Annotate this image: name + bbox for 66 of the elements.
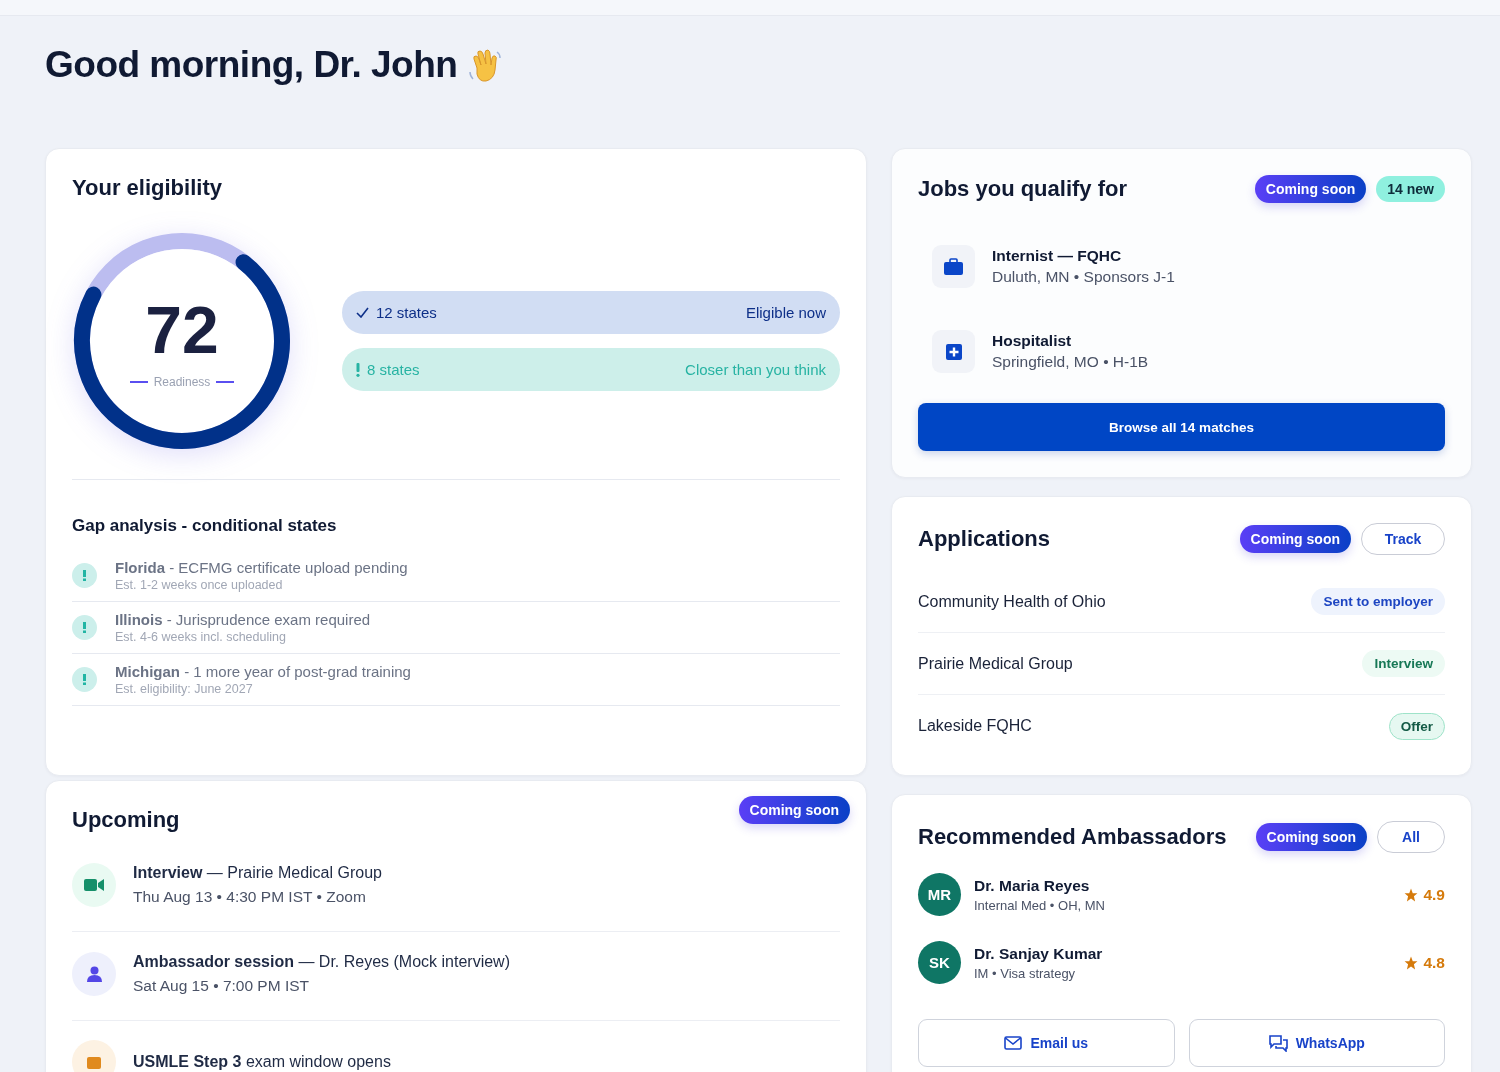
gap-item-text: Illinois - Jurisprudence exam required — [115, 611, 371, 628]
gap-estimate: Est. 1-2 weeks once uploaded — [115, 578, 284, 592]
job-details: Springfield, MO • H-1B — [992, 353, 1149, 371]
event-details: Sat Aug 15 • 7:00 PM IST — [133, 977, 311, 995]
event-details: Thu Aug 13 • 4:30 PM IST • Zoom — [133, 888, 367, 906]
greeting-heading: Good morning, Dr. John — [45, 44, 458, 86]
exclamation-icon — [356, 362, 360, 377]
contact-button[interactable]: Email us — [918, 1019, 1175, 1067]
event-title: Ambassador session — Dr. Reyes (Mock interview) — [133, 953, 510, 971]
card-title: Jobs you qualify for — [918, 176, 1128, 202]
gap-item-text: Michigan - 1 more year of post-grad training — [115, 663, 411, 680]
job-title: Hospitalist — [992, 332, 1073, 350]
employer-name: Lakeside FQHC — [918, 717, 1032, 735]
exclamation-icon — [72, 615, 97, 640]
card-title: Your eligibility — [72, 175, 222, 201]
all-button[interactable]: All — [1377, 821, 1445, 853]
card-title: Recommended Ambassadors — [918, 824, 1227, 850]
card-title: Applications — [918, 526, 1050, 552]
status-tag: Interview — [1362, 650, 1445, 677]
rating: 4.8 — [1423, 953, 1445, 972]
exclamation-icon — [72, 667, 97, 692]
gap-estimate: Est. 4-6 weeks incl. scheduling — [115, 630, 287, 644]
coming-soon-badge: Coming soon — [1254, 175, 1367, 203]
event-title: Interview — Prairie Medical Group — [133, 864, 382, 882]
check-icon — [356, 307, 369, 318]
exclamation-icon — [72, 563, 97, 588]
contact-button[interactable]: WhatsApp — [1188, 1019, 1445, 1067]
new-count-badge: 14 new — [1376, 176, 1445, 202]
gap-item-text: Florida - ECFMG certificate upload pending — [115, 559, 408, 576]
employer-name: Community Health of Ohio — [918, 592, 1106, 611]
status-tag: Sent to employer — [1311, 588, 1445, 615]
person-icon — [86, 966, 102, 982]
medical-cross-icon — [945, 343, 962, 360]
employer-name: Prairie Medical Group — [918, 654, 1073, 673]
pill-label: Closer than you think — [685, 361, 826, 378]
star-icon — [1404, 955, 1419, 970]
card-title: Upcoming — [72, 807, 180, 833]
status-tag: Offer — [1388, 712, 1445, 740]
ambassador-details: IM • Visa strategy — [974, 965, 1077, 981]
mail-icon — [1004, 1036, 1023, 1050]
briefcase-icon — [944, 258, 963, 275]
video-camera-icon — [84, 878, 104, 892]
coming-soon-badge: Coming soon — [1255, 823, 1367, 851]
job-title: Internist — FQHC — [992, 247, 1123, 265]
ambassador-name: Dr. Sanjay Kumar — [974, 944, 1104, 963]
avatar: SK — [918, 941, 961, 984]
star-icon — [1404, 887, 1419, 902]
gap-estimate: Est. eligibility: June 2027 — [115, 682, 254, 696]
readiness-score: 72 — [145, 297, 219, 363]
readiness-label: Readiness — [153, 375, 211, 389]
track-button[interactable]: Track — [1361, 523, 1445, 555]
ambassador-details: Internal Med • OH, MN — [974, 897, 1106, 913]
state-count: 12 states — [376, 304, 437, 321]
section-title: Gap analysis - conditional states — [72, 516, 338, 536]
job-details: Duluth, MN • Sponsors J-1 — [992, 268, 1175, 286]
pill-label: Eligible now — [745, 304, 826, 321]
browse-matches-button[interactable]: Browse all 14 matches — [918, 403, 1445, 451]
coming-soon-badge: Coming soon — [738, 796, 850, 824]
avatar: MR — [918, 873, 961, 916]
chat-icon — [1268, 1034, 1288, 1052]
event-title: USMLE Step 3 exam window opens — [133, 1053, 391, 1071]
rating: 4.9 — [1423, 885, 1445, 904]
ambassador-name: Dr. Maria Reyes — [974, 876, 1091, 895]
waving-hand-icon — [467, 48, 504, 84]
state-count: 8 states — [367, 361, 420, 378]
coming-soon-badge: Coming soon — [1239, 525, 1351, 553]
